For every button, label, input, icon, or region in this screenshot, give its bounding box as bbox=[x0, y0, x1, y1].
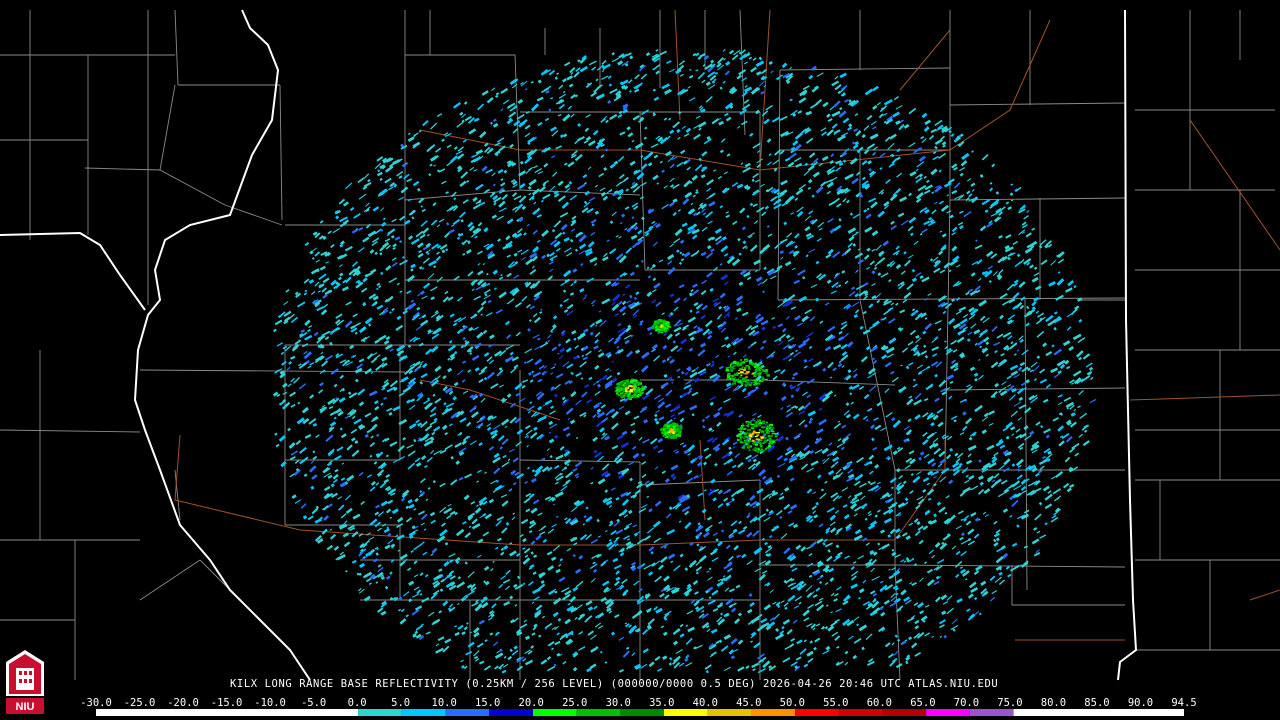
radar-map bbox=[0, 0, 1280, 720]
